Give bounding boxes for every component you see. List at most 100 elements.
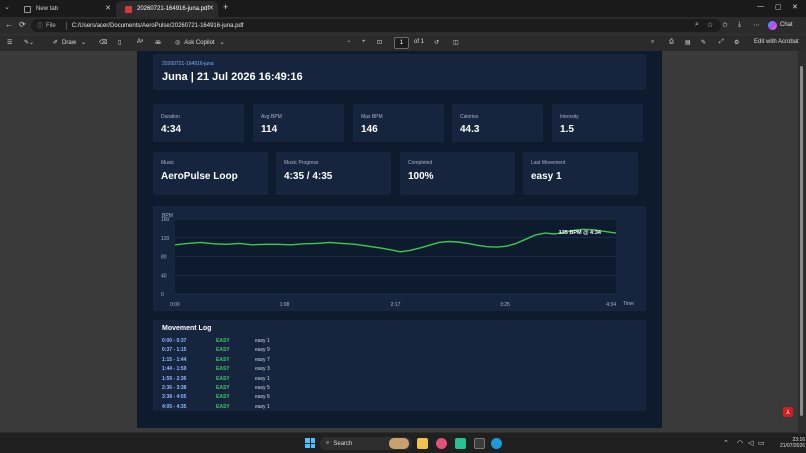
code-app-icon[interactable] [474,438,485,449]
stat-value: 4:34 [161,124,182,135]
save-as-icon[interactable]: ✎ [701,39,706,46]
pdf-file-icon [125,5,132,13]
log-move: easy 5 [255,385,270,391]
favorite-star-icon[interactable]: ☆ [707,21,713,29]
view-icon[interactable]: ▯ [118,39,121,46]
more-icon[interactable]: ⋯ [753,21,760,29]
close-tab-icon[interactable]: ✕ [105,4,111,12]
tab-actions-icon[interactable]: ⌄ [4,3,10,11]
app-icon[interactable] [436,438,447,449]
log-move: easy 6 [255,394,270,401]
chat-button[interactable]: Chat [768,19,793,31]
zoom-in-icon[interactable]: + [362,39,366,45]
pdf-toolbar: ☰ ✎⌄ ✐ Draw ⌄ ⌫ ▯ Aᵃ ꜳ ◎ Ask Copilot ⌄ −… [0,34,806,51]
chat-label: Chat [780,22,793,28]
highlight-icon[interactable]: ✎⌄ [24,39,34,46]
log-level: EASY [216,366,230,373]
read-aloud-icon[interactable]: Aᵃ [137,39,143,45]
stat-card-music: Music AeroPulse Loop [153,152,268,195]
stat-value: 146 [361,124,378,135]
stat-value: 4:35 / 4:35 [284,171,333,182]
rotate-icon[interactable]: ↺ [434,39,439,46]
edge-browser-icon[interactable] [491,438,502,449]
log-move: easy 1 [255,403,270,410]
new-tab-icon [24,5,31,13]
stat-value: 100% [408,171,434,182]
scheme-label: File [46,22,56,29]
log-level: EASY [216,394,230,401]
battery-icon[interactable]: ▭ [758,439,765,447]
save-icon[interactable]: ▤ [685,39,691,46]
file-id: 20260721-164916-juna [162,61,214,67]
zoom-out-icon[interactable]: − [347,39,351,45]
draw-button[interactable]: ✐ Draw ⌄ [53,39,86,47]
wifi-icon[interactable]: ◠ [737,439,743,447]
zoom-icon[interactable]: ⌕ [695,21,699,29]
translate-icon[interactable]: ꜳ [155,39,161,46]
two-page-icon[interactable]: ◫ [453,39,459,46]
y-axis-label: BPM [162,213,173,219]
refresh-icon[interactable]: ⟳ [19,20,26,29]
ask-copilot-label: Ask Copilot [184,39,215,46]
address-row: ← ⟳ ⓘ File C:/Users/acer/Documents/AeroP… [0,17,806,34]
tab-title: 20260721-164916-juna.pdf [137,6,210,12]
file-explorer-icon[interactable] [417,438,428,449]
settings-gear-icon[interactable]: ⚙ [734,39,739,46]
edit-with-acrobat-button[interactable]: Edit with Acrobat [754,39,799,45]
close-window-icon[interactable]: ✕ [792,3,798,11]
log-time: 0:00 - 0:37 [162,338,187,344]
scrollbar-thumb[interactable] [800,66,803,416]
start-windows-icon[interactable] [305,438,315,448]
taskbar: ⌕ Search ⌃ ◠ ◁ ▭ 23:16 21/07/2026 [0,432,806,453]
page-number-input[interactable]: 1 [394,37,409,49]
fit-page-icon[interactable]: ⊡ [377,39,382,46]
log-move: easy 9 [255,347,270,354]
fullscreen-icon[interactable]: ⤢ [719,39,724,46]
eraser-icon[interactable]: ⌫ [99,39,107,46]
movement-log-row: 3:38 - 4:05 EASY easy 6 [162,394,270,402]
favorites-icon[interactable]: ✩ [722,21,728,29]
chat-app-icon[interactable] [455,438,466,449]
log-time: 0:37 - 1:15 [162,347,187,354]
bpm-chart: 0 40 80 120 160 0:00 1:08 2:17 3:25 4:34 BPM Time 13… [153,206,646,311]
minimize-icon[interactable]: — [757,3,764,10]
log-move: easy 1 [255,375,270,382]
contents-icon[interactable]: ☰ [7,39,12,46]
info-icon: ⓘ [37,24,44,30]
stat-card-avg-bpm: Avg BPM 114 [253,104,344,142]
log-move: easy 3 [255,366,270,373]
y-tick-label: 80 [161,255,167,261]
system-clock[interactable]: 23:16 21/07/2026 [780,437,805,449]
volume-icon[interactable]: ◁ [748,439,753,447]
stat-label: Music Progress [284,160,319,166]
url-text: C:/Users/acer/Documents/AeroPulse/202607… [71,22,244,29]
acrobat-icon[interactable]: ⅄ [783,407,793,417]
print-icon[interactable]: ⎙ [669,39,674,46]
download-icon[interactable]: ⤓ [738,21,741,29]
x-axis-label: Time [623,301,634,307]
log-level: EASY [216,375,230,382]
tray-chevron-icon[interactable]: ⌃ [723,439,729,447]
back-icon[interactable]: ← [5,20,13,29]
log-time: 1:15 - 1:44 [162,356,187,363]
stat-label: Duration [161,114,180,120]
search-icon[interactable]: ⌕ [651,39,654,46]
tab-pdf[interactable]: 20260721-164916-juna.pdf ✕ [116,1,218,17]
stat-label: Intensity [560,114,579,120]
report-header: 20260721-164916-juna Juna | 21 Jul 2026 … [153,54,646,90]
maximize-icon[interactable]: ▢ [775,3,782,11]
ask-copilot-button[interactable]: ◎ Ask Copilot ⌄ [175,39,225,47]
stat-label: Max BPM [361,114,383,120]
y-tick-label: 0 [161,292,164,298]
stat-card-last-movement: Last Movement easy 1 [523,152,638,195]
close-tab-icon[interactable]: ✕ [208,4,214,12]
address-bar[interactable]: ⓘ File C:/Users/acer/Documents/AeroPulse… [31,19,721,32]
stat-card-duration: Duration 4:34 [153,104,244,142]
log-move: easy 7 [255,356,270,363]
new-tab-button[interactable]: + [223,2,228,12]
tab-new-tab[interactable]: New tab ✕ [15,1,115,17]
stat-card-calories: Calories 44.3 [452,104,543,142]
movement-log: Movement Log 0:00 - 0:37 EASY easy 1 0:37 -… [153,320,646,411]
taskbar-search[interactable]: ⌕ Search [320,437,412,450]
x-tick-label: 0:00 [170,302,180,308]
